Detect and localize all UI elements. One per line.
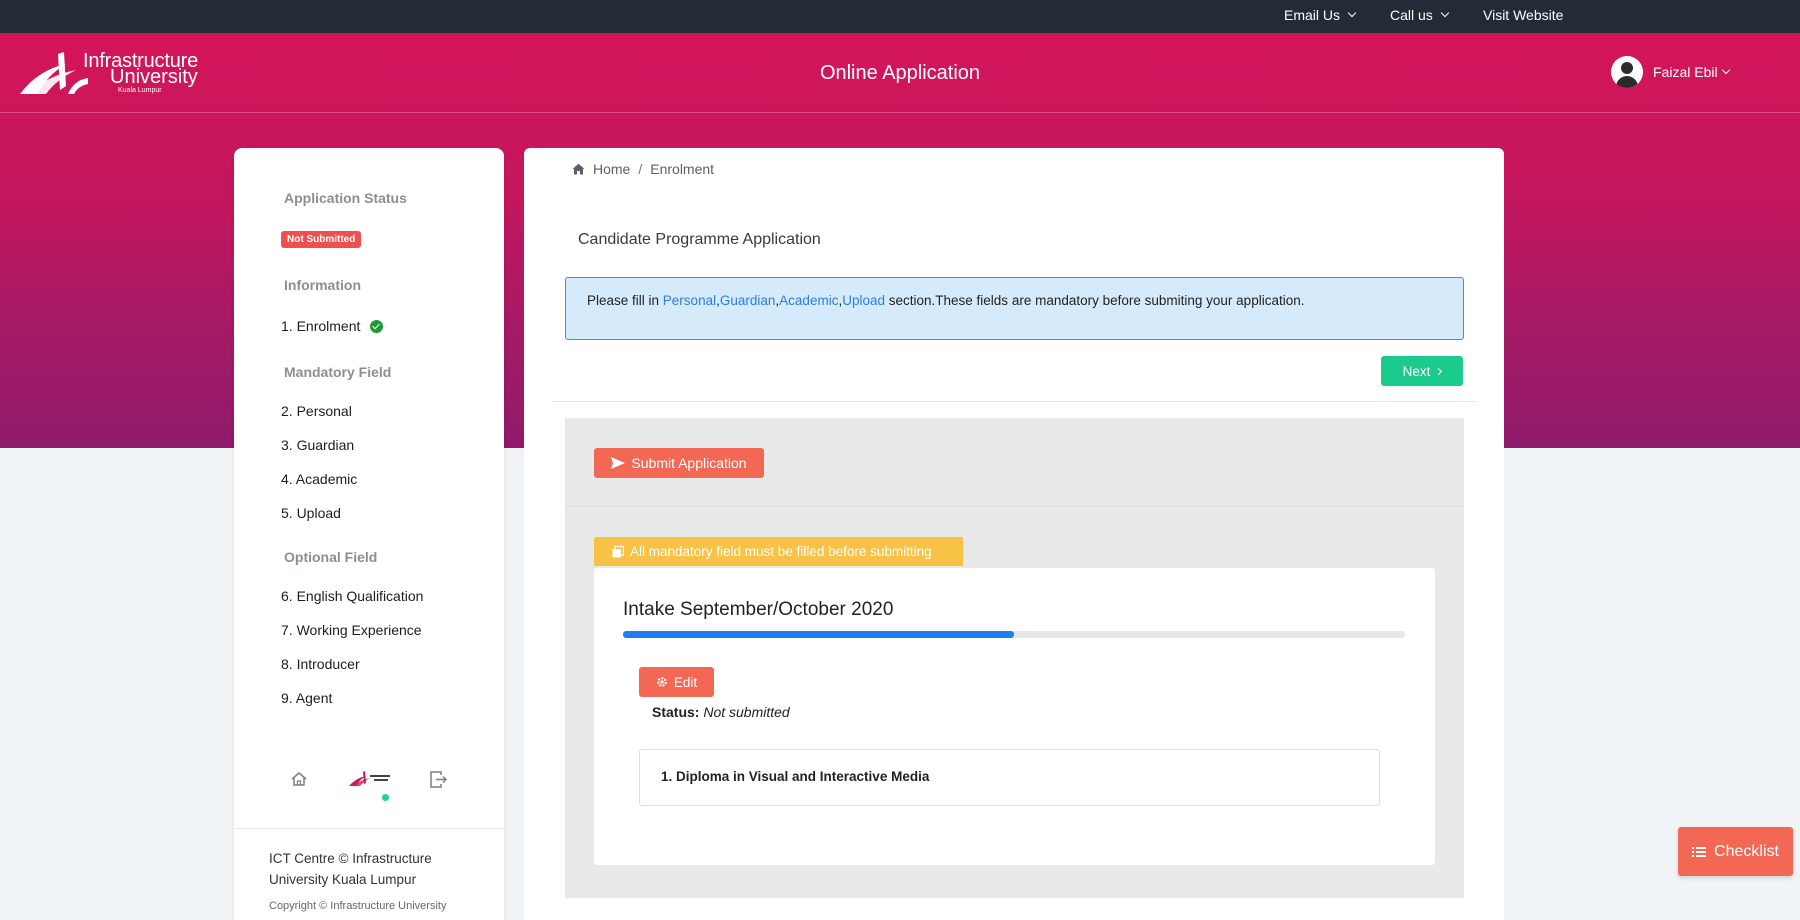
sidebar-item-english-qualification[interactable]: 6. English Qualification	[281, 588, 423, 604]
status-value: Not submitted	[703, 704, 790, 720]
sidebar-icon-bar	[234, 768, 504, 808]
submit-label: Submit Application	[631, 455, 747, 471]
gear-icon	[656, 677, 667, 687]
warning-text: All mandatory field must be filled befor…	[630, 544, 932, 559]
header-divider	[0, 112, 1800, 113]
alert-prefix: Please fill in	[587, 293, 663, 308]
breadcrumb: Home / Enrolment	[572, 161, 714, 177]
paper-plane-icon	[611, 457, 626, 469]
active-indicator-dot	[382, 794, 389, 801]
application-status: Status: Not submitted	[652, 704, 790, 720]
sidebar-item-academic[interactable]: 4. Academic	[281, 471, 357, 487]
application-progress-bar	[623, 631, 1405, 638]
section-heading: Candidate Programme Application	[578, 231, 821, 248]
application-area-divider	[565, 506, 1464, 507]
sidebar: Application Status Not Submitted Informa…	[234, 148, 504, 920]
sidebar-item-enrolment[interactable]: 1. Enrolment	[281, 318, 384, 334]
home-icon[interactable]	[291, 772, 307, 786]
information-heading: Information	[284, 277, 361, 293]
visit-website-label: Visit Website	[1483, 7, 1564, 23]
progress-fill	[623, 631, 1014, 638]
sidebar-item-personal[interactable]: 2. Personal	[281, 403, 352, 419]
sidebar-item-upload[interactable]: 5. Upload	[281, 505, 341, 521]
sidebar-copyright: Copyright © Infrastructure University	[269, 900, 447, 912]
sidebar-item-working-experience[interactable]: 7. Working Experience	[281, 622, 422, 638]
sidebar-footer-text: ICT Centre © Infrastructure University K…	[269, 851, 432, 887]
logo-text-line3: Kuala Lumpur	[118, 87, 162, 94]
edit-button[interactable]: Edit	[639, 667, 714, 697]
chevron-down-icon	[1440, 8, 1450, 18]
edit-label: Edit	[673, 674, 698, 690]
list-icon	[1692, 846, 1707, 857]
university-logo-icon[interactable]	[348, 770, 392, 788]
next-label: Next	[1402, 363, 1431, 379]
call-us-dropdown[interactable]: Call us	[1390, 7, 1450, 23]
avatar-icon	[1611, 56, 1643, 88]
sidebar-item-introducer[interactable]: 8. Introducer	[281, 656, 360, 672]
check-circle-icon	[370, 319, 384, 333]
sidebar-divider	[234, 828, 504, 829]
chevron-down-icon	[1721, 65, 1730, 75]
user-menu[interactable]: Faizal Ebil	[1611, 56, 1730, 88]
mandatory-warning-banner: All mandatory field must be filled befor…	[594, 537, 963, 566]
personal-link[interactable]: Personal	[663, 293, 716, 308]
programme-item: 1. Diploma in Visual and Interactive Med…	[639, 749, 1380, 806]
status-label: Status:	[652, 704, 700, 720]
sidebar-item-guardian[interactable]: 3. Guardian	[281, 437, 354, 453]
next-button[interactable]: Next	[1381, 356, 1463, 386]
optional-field-heading: Optional Field	[284, 549, 378, 565]
sidebar-item-agent[interactable]: 9. Agent	[281, 690, 332, 706]
logout-icon[interactable]	[430, 771, 448, 788]
main-panel: Home / Enrolment Candidate Programme App…	[524, 148, 1504, 920]
top-bar: Email Us Call us Visit Website	[0, 0, 1800, 33]
email-us-dropdown[interactable]: Email Us	[1284, 7, 1357, 23]
programme-name: 1. Diploma in Visual and Interactive Med…	[661, 769, 930, 784]
chevron-right-icon	[1435, 367, 1443, 375]
breadcrumb-separator: /	[638, 161, 643, 177]
alert-suffix: section.These fields are mandatory befor…	[885, 293, 1305, 308]
home-icon	[572, 163, 585, 175]
application-status-heading: Application Status	[284, 190, 407, 206]
mandatory-field-heading: Mandatory Field	[284, 364, 392, 380]
email-us-label: Email Us	[1284, 7, 1341, 23]
user-name: Faizal Ebil	[1653, 64, 1718, 80]
main-divider	[552, 401, 1476, 402]
upload-link[interactable]: Upload	[842, 293, 885, 308]
submit-application-button[interactable]: Submit Application	[594, 448, 764, 478]
chevron-down-icon	[1347, 8, 1357, 18]
checklist-button[interactable]: Checklist	[1678, 827, 1793, 876]
status-badge: Not Submitted	[281, 231, 362, 248]
academic-link[interactable]: Academic	[779, 293, 838, 308]
intake-title: Intake September/October 2020	[623, 599, 894, 620]
sidebar-item-label: 1. Enrolment	[281, 318, 361, 334]
info-alert: Please fill in Personal,Guardian,Academi…	[565, 277, 1464, 340]
page-title: Online Application	[819, 62, 981, 84]
guardian-link[interactable]: Guardian	[720, 293, 776, 308]
visit-website-link[interactable]: Visit Website	[1483, 7, 1563, 23]
application-area: Submit Application All mandatory field m…	[565, 418, 1464, 898]
intake-card: Intake September/October 2020 Edit Statu…	[594, 568, 1435, 865]
breadcrumb-home[interactable]: Home	[593, 161, 630, 177]
checklist-label: Checklist	[1714, 842, 1779, 860]
call-us-label: Call us	[1390, 7, 1433, 23]
breadcrumb-current: Enrolment	[650, 161, 715, 177]
copy-icon	[612, 545, 624, 557]
